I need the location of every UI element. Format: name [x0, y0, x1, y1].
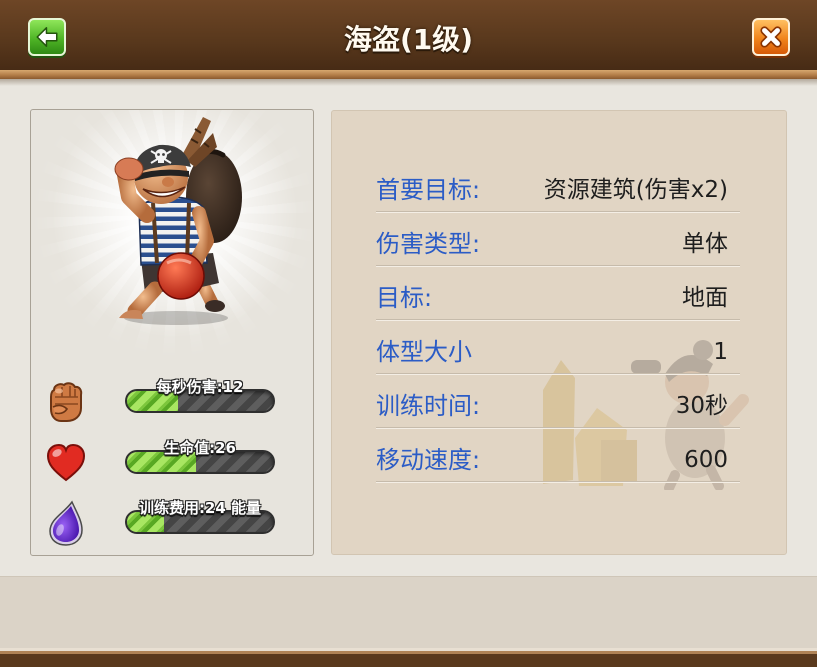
- unit-details-panel: 首要目标: 资源建筑(伤害x2) 伤害类型: 单体 目标: 地面 体型大小 1 …: [331, 110, 787, 555]
- health-label: 生命值:26: [164, 439, 236, 457]
- detail-row-damage-type: 伤害类型: 单体: [376, 212, 740, 266]
- heart-icon: [45, 440, 87, 486]
- stat-row-health: 生命值:26: [31, 439, 313, 490]
- detail-value: 30秒: [675, 393, 728, 419]
- detail-value: 单体: [682, 231, 728, 257]
- close-icon: [760, 26, 782, 48]
- detail-label: 目标:: [376, 284, 433, 312]
- damage-bar: 每秒伤害:12: [125, 378, 275, 413]
- detail-value: 600: [684, 447, 728, 473]
- detail-row-size: 体型大小 1: [376, 320, 740, 374]
- detail-value: 资源建筑(伤害x2): [543, 177, 728, 203]
- detail-row-movement-speed: 移动速度: 600: [376, 428, 740, 482]
- footer-bar: [0, 576, 817, 648]
- cost-bar: 训练费用:24 能量: [125, 499, 275, 534]
- detail-row-preferred-target: 首要目标: 资源建筑(伤害x2): [376, 158, 740, 212]
- cost-label: 训练费用:24 能量: [138, 499, 262, 517]
- detail-row-training-time: 训练时间: 30秒: [376, 374, 740, 428]
- pirate-portrait: [114, 117, 242, 325]
- detail-label: 训练时间:: [376, 392, 481, 420]
- stat-row-cost: 训练费用:24 能量: [31, 499, 313, 550]
- health-bar: 生命值:26: [125, 439, 275, 474]
- detail-label: 移动速度:: [376, 446, 481, 474]
- stat-row-damage: 每秒伤害:12: [31, 378, 313, 429]
- detail-label: 伤害类型:: [376, 230, 481, 258]
- unit-portrait-panel: 每秒伤害:12 生命值:26 训练费用:24 能量: [30, 109, 314, 556]
- page-title: 海盗(1级): [343, 23, 474, 56]
- detail-row-target: 目标: 地面: [376, 266, 740, 320]
- header-bar: 海盗(1级): [0, 0, 817, 70]
- detail-label: 首要目标:: [376, 176, 481, 204]
- energy-drop-icon: [45, 500, 87, 546]
- footer-edge: [0, 648, 817, 667]
- details-list: 首要目标: 资源建筑(伤害x2) 伤害类型: 单体 目标: 地面 体型大小 1 …: [376, 158, 740, 482]
- close-button[interactable]: [752, 18, 790, 56]
- detail-value: 1: [713, 339, 728, 365]
- fist-icon: [45, 379, 87, 425]
- detail-label: 体型大小: [376, 338, 472, 366]
- damage-label: 每秒伤害:12: [156, 378, 244, 396]
- header-trim: [0, 70, 817, 79]
- header-shadow: [0, 79, 817, 86]
- detail-value: 地面: [682, 285, 728, 311]
